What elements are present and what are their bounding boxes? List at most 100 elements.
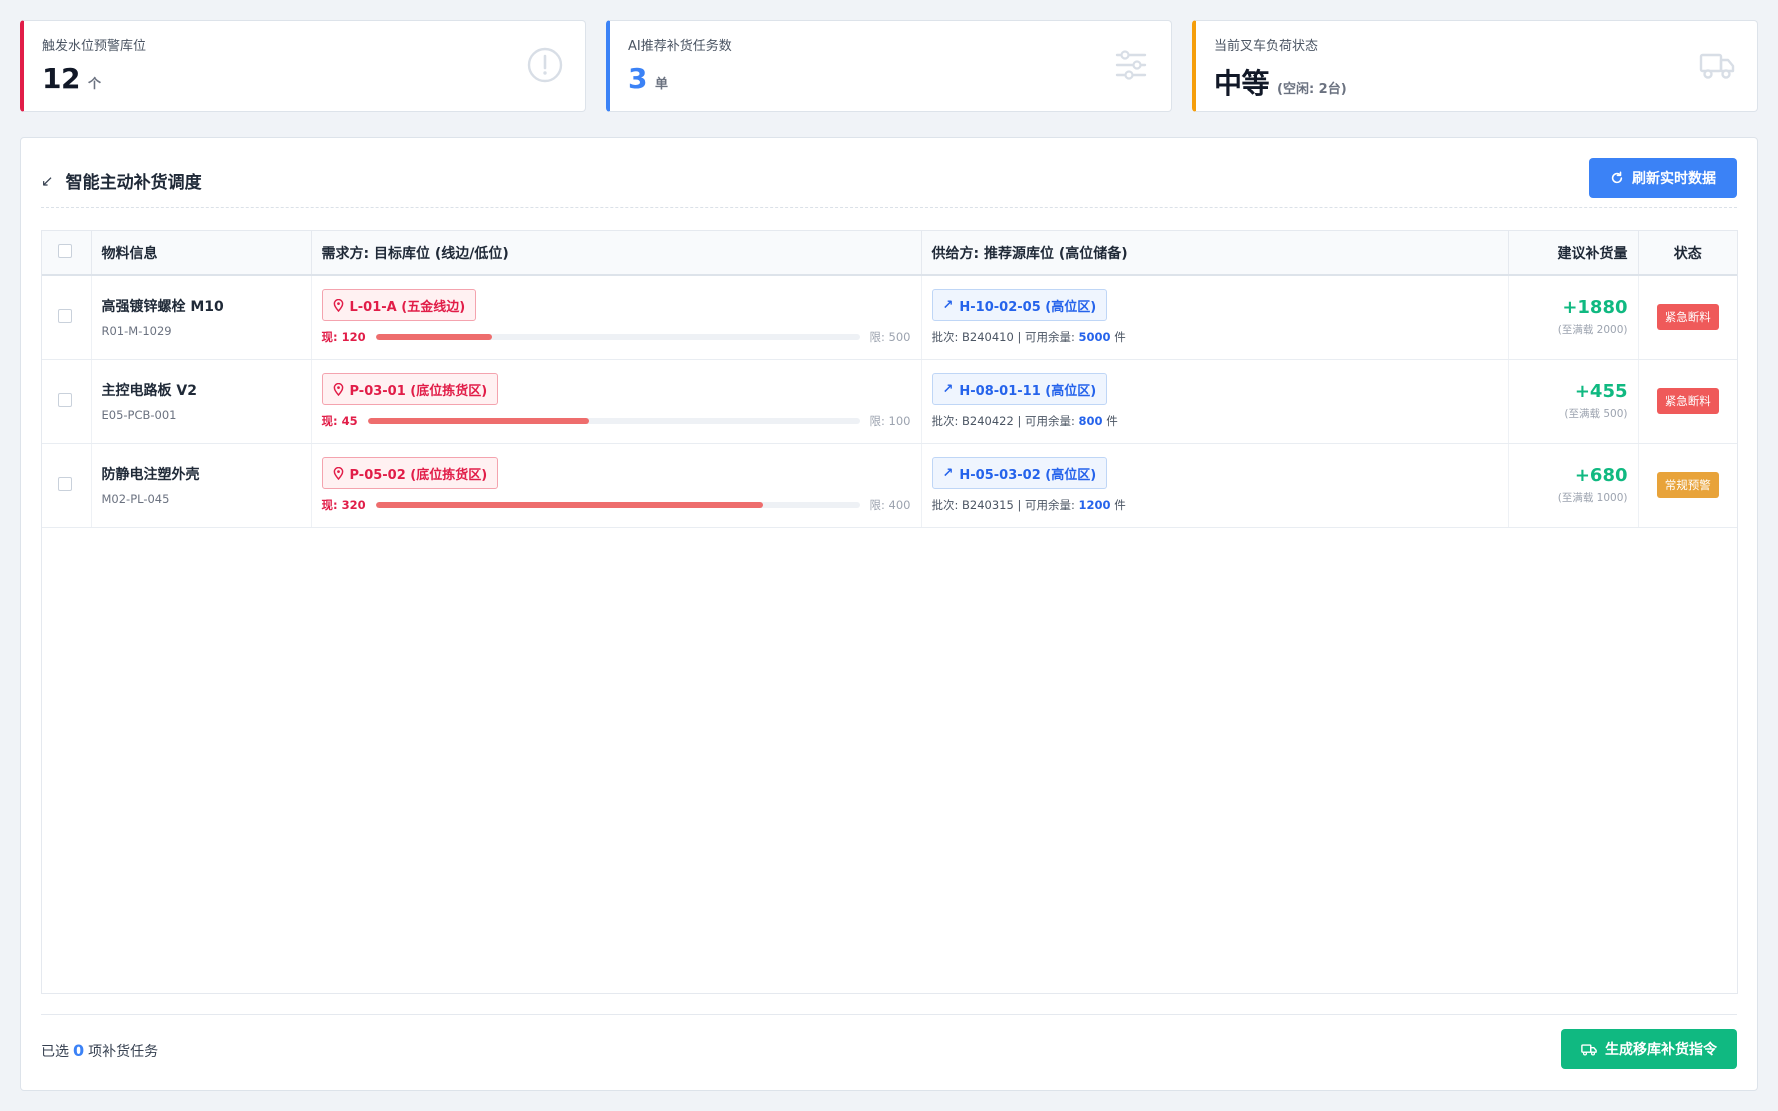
material-name: 主控电路板 V2	[101, 383, 197, 399]
source-batch-info: 批次: B240410 | 可用余量: 5000 件	[932, 329, 1498, 345]
map-pin-icon	[333, 298, 343, 312]
stat-unit: 单	[654, 77, 668, 92]
arrow-up-right-icon: ↗	[942, 297, 954, 313]
material-code: E05-PCB-001	[101, 408, 177, 422]
table-row[interactable]: 高强镀锌螺栓 M10 R01-M-1029 L-01-A (五金线边) 现: 1…	[42, 275, 1737, 360]
stat-card-ai-tasks: AI推荐补货任务数 3 单	[606, 20, 1172, 112]
table-row[interactable]: 主控电路板 V2 E05-PCB-001 P-03-01 (底位拣货区) 现: …	[42, 359, 1737, 444]
available-qty: 5000	[1078, 330, 1111, 345]
status-badge: 紧急断料	[1656, 304, 1719, 331]
target-location-label: P-05-02 (底位拣货区)	[349, 467, 488, 483]
batch-text: 批次: B240410 | 可用余量:	[931, 330, 1075, 345]
stat-label: 当前叉车负荷状态	[1214, 39, 1319, 54]
map-pin-icon	[333, 466, 343, 480]
material-code: R01-M-1029	[101, 324, 172, 339]
stat-value: 中等	[1214, 67, 1270, 100]
status-badge: 常规预警	[1656, 472, 1719, 498]
select-all-checkbox[interactable]	[58, 243, 72, 258]
refresh-button[interactable]: 刷新实时数据	[1589, 158, 1737, 198]
stat-value: 3	[628, 62, 647, 95]
stock-level-bar	[375, 502, 860, 508]
stat-unit: (空闲: 2台)	[1277, 82, 1347, 97]
available-qty: 1200	[1078, 498, 1111, 512]
stock-level-fill	[375, 334, 492, 341]
stat-label: 触发水位预警库位	[42, 39, 147, 54]
panel-header: ↙ 智能主动补货调度 刷新实时数据	[41, 158, 1737, 208]
available-unit: 件	[1114, 330, 1126, 345]
suggested-qty: +680	[1574, 465, 1628, 486]
stat-unit: 个	[87, 77, 101, 92]
batch-text: 批次: B240422 | 可用余量:	[931, 414, 1075, 428]
target-location-tag[interactable]: P-05-02 (底位拣货区)	[321, 457, 499, 489]
col-header-status: 状态	[1638, 231, 1737, 276]
target-location-label: L-01-A (五金线边)	[349, 299, 466, 315]
row-checkbox[interactable]	[58, 308, 72, 323]
arrow-down-left-icon: ↙	[41, 171, 54, 190]
selection-suffix: 项补货任务	[88, 1044, 159, 1060]
refresh-button-label: 刷新实时数据	[1632, 171, 1716, 187]
map-pin-icon	[333, 382, 343, 396]
target-location-tag[interactable]: L-01-A (五金线边)	[321, 289, 477, 322]
stat-label: AI推荐补货任务数	[628, 39, 732, 54]
stock-level-fill	[375, 502, 763, 508]
row-checkbox[interactable]	[58, 476, 72, 491]
target-location-label: P-03-01 (底位拣货区)	[349, 383, 488, 399]
select-all-cell	[42, 231, 92, 276]
stock-limit: 限: 500	[869, 330, 911, 345]
source-location-label: H-10-02-05 (高位区)	[959, 299, 1097, 315]
source-location-label: H-05-03-02 (高位区)	[959, 467, 1097, 483]
material-name: 防静电注塑外壳	[101, 467, 200, 483]
suggested-qty: +1880	[1562, 297, 1628, 319]
current-stock: 现: 320	[321, 498, 366, 512]
stock-limit: 限: 400	[869, 498, 911, 512]
panel-title: ↙ 智能主动补货调度	[41, 168, 202, 194]
source-batch-info: 批次: B240422 | 可用余量: 800 件	[932, 413, 1498, 429]
sliders-icon	[1115, 50, 1147, 80]
table-header-row: 物料信息 需求方: 目标库位 (线边/低位) 供给方: 推荐源库位 (高位储备)…	[42, 231, 1737, 276]
alert-circle-icon	[527, 47, 563, 83]
truck-icon	[1699, 53, 1735, 79]
row-checkbox[interactable]	[58, 392, 72, 407]
target-location-tag[interactable]: P-03-01 (底位拣货区)	[321, 373, 499, 405]
available-qty: 800	[1078, 414, 1103, 428]
stat-value: 12	[42, 62, 80, 95]
source-location-label: H-08-01-11 (高位区)	[959, 383, 1097, 399]
table-row[interactable]: 防静电注塑外壳 M02-PL-045 P-05-02 (底位拣货区) 现: 32…	[42, 443, 1737, 528]
suggested-qty-note: (至满载 2000)	[1557, 324, 1628, 337]
col-header-source: 供给方: 推荐源库位 (高位储备)	[921, 231, 1509, 276]
current-stock: 现: 120	[321, 330, 366, 345]
source-location-tag[interactable]: ↗ H-08-01-11 (高位区)	[931, 373, 1108, 405]
suggested-qty-note: (至满载 1000)	[1557, 492, 1628, 504]
status-badge: 紧急断料	[1656, 388, 1719, 414]
material-name: 高强镀锌螺栓 M10	[101, 299, 224, 316]
selection-prefix: 已选	[41, 1044, 69, 1060]
replenishment-table: 物料信息 需求方: 目标库位 (线边/低位) 供给方: 推荐源库位 (高位储备)…	[41, 230, 1738, 994]
col-header-target: 需求方: 目标库位 (线边/低位)	[311, 231, 922, 276]
source-location-tag[interactable]: ↗ H-05-03-02 (高位区)	[931, 457, 1108, 489]
stock-level-bar	[375, 334, 860, 341]
suggested-qty-note: (至满载 500)	[1564, 408, 1628, 420]
stock-level-fill	[367, 418, 589, 424]
panel-footer: 已选 0 项补货任务 生成移库补货指令	[41, 1014, 1737, 1074]
selection-summary: 已选 0 项补货任务	[41, 1041, 158, 1061]
selection-count: 0	[73, 1041, 85, 1060]
batch-text: 批次: B240315 | 可用余量:	[931, 498, 1075, 512]
replenishment-panel: ↙ 智能主动补货调度 刷新实时数据 物料信息 需求方: 目标库位 (线边/低位)	[20, 137, 1758, 1091]
refresh-icon	[1611, 171, 1623, 184]
current-stock: 现: 45	[321, 414, 358, 428]
col-header-material: 物料信息	[91, 231, 312, 276]
material-code: M02-PL-045	[101, 492, 170, 506]
stock-limit: 限: 100	[869, 414, 911, 428]
panel-title-text: 智能主动补货调度	[65, 173, 202, 193]
source-batch-info: 批次: B240315 | 可用余量: 1200 件	[932, 497, 1498, 513]
truck-icon	[1581, 1043, 1597, 1056]
col-header-qty: 建议补货量	[1508, 231, 1639, 276]
generate-transfer-order-button[interactable]: 生成移库补货指令	[1561, 1029, 1737, 1069]
stat-card-alert-locations: 触发水位预警库位 12 个	[20, 20, 586, 112]
source-location-tag[interactable]: ↗ H-10-02-05 (高位区)	[931, 289, 1108, 322]
stock-level-bar	[367, 418, 860, 424]
available-unit: 件	[1114, 498, 1126, 512]
available-unit: 件	[1106, 414, 1118, 428]
stats-row: 触发水位预警库位 12 个 AI推荐补货任务数 3 单 当前叉车负荷状态 中等	[20, 20, 1758, 112]
arrow-up-right-icon: ↗	[942, 381, 954, 397]
